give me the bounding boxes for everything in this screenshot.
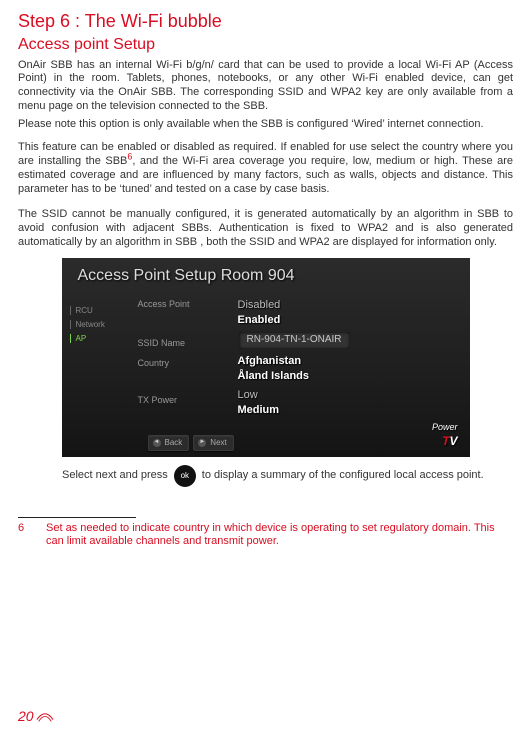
tx-option-group[interactable]: Low Medium: [238, 386, 470, 420]
next-button[interactable]: ► Next: [193, 435, 233, 451]
ssid-value: RN-904-TN-1-ONAIR: [238, 331, 351, 350]
logo-v: V: [449, 434, 457, 448]
label-ssid-name: SSID Name: [138, 333, 238, 355]
ap-option-enabled[interactable]: Enabled: [238, 313, 281, 327]
label-access-point: Access Point: [138, 296, 238, 333]
page-arc-icon: [36, 709, 54, 723]
footnote-6: 6 Set as needed to indicate country in w…: [18, 522, 513, 550]
ap-option-group[interactable]: Disabled Enabled: [238, 296, 470, 330]
section-subtitle: Access point Setup: [18, 35, 513, 55]
ap-option-disabled[interactable]: Disabled: [238, 298, 281, 312]
back-button[interactable]: ◄ Back: [148, 435, 190, 451]
paragraph-ssid-info: The SSID cannot be manually configured, …: [18, 208, 513, 249]
country-option-2[interactable]: Åland Islands: [238, 369, 310, 383]
paragraph-feature: This feature can be enabled or disabled …: [18, 141, 513, 196]
screenshot-labels: Access Point SSID Name Country TX Power: [138, 294, 238, 429]
back-icon: ◄: [153, 439, 161, 447]
paragraph-intro-1: OnAir SBB has an internal Wi-Fi b/g/n/ c…: [18, 59, 513, 114]
screenshot-title: Access Point Setup Room 904: [62, 258, 470, 294]
nav-item-network[interactable]: Network: [70, 320, 138, 330]
label-country: Country: [138, 355, 238, 392]
power-tv-logo: Power TV: [432, 422, 458, 448]
nav-item-ap[interactable]: AP: [70, 334, 138, 344]
label-tx-power: TX Power: [138, 392, 238, 429]
tx-option-low[interactable]: Low: [238, 388, 258, 402]
caption-after: to display a summary of the configured l…: [202, 469, 484, 483]
screenshot-values: Disabled Enabled RN-904-TN-1-ONAIR Afgha…: [238, 294, 470, 429]
ssid-field: RN-904-TN-1-ONAIR: [238, 330, 470, 352]
footnote-number: 6: [18, 522, 30, 550]
step-title: Step 6 : The Wi-Fi bubble: [18, 10, 513, 33]
next-label: Next: [210, 438, 226, 448]
logo-power-text: Power: [432, 422, 458, 433]
footnote-rule: [18, 517, 136, 518]
caption-before: Select next and press: [62, 469, 168, 483]
ok-button-icon: ok: [174, 465, 196, 487]
page-number: 20: [18, 708, 54, 726]
footnote-text: Set as needed to indicate country in whi…: [46, 522, 503, 550]
screenshot-left-nav: RCU Network AP: [62, 294, 138, 429]
caption-row: Select next and press ok to display a su…: [62, 465, 513, 487]
tx-option-medium[interactable]: Medium: [238, 403, 280, 417]
paragraph-intro-2: Please note this option is only availabl…: [18, 118, 513, 132]
country-option-1[interactable]: Afghanistan: [238, 354, 302, 368]
screenshot-nav-buttons: ◄ Back ► Next: [62, 429, 470, 451]
next-icon: ►: [198, 439, 206, 447]
ap-setup-screenshot: Access Point Setup Room 904 RCU Network …: [62, 258, 470, 457]
back-label: Back: [165, 438, 183, 448]
country-option-group[interactable]: Afghanistan Åland Islands: [238, 352, 470, 386]
nav-item-rcu[interactable]: RCU: [70, 306, 138, 316]
